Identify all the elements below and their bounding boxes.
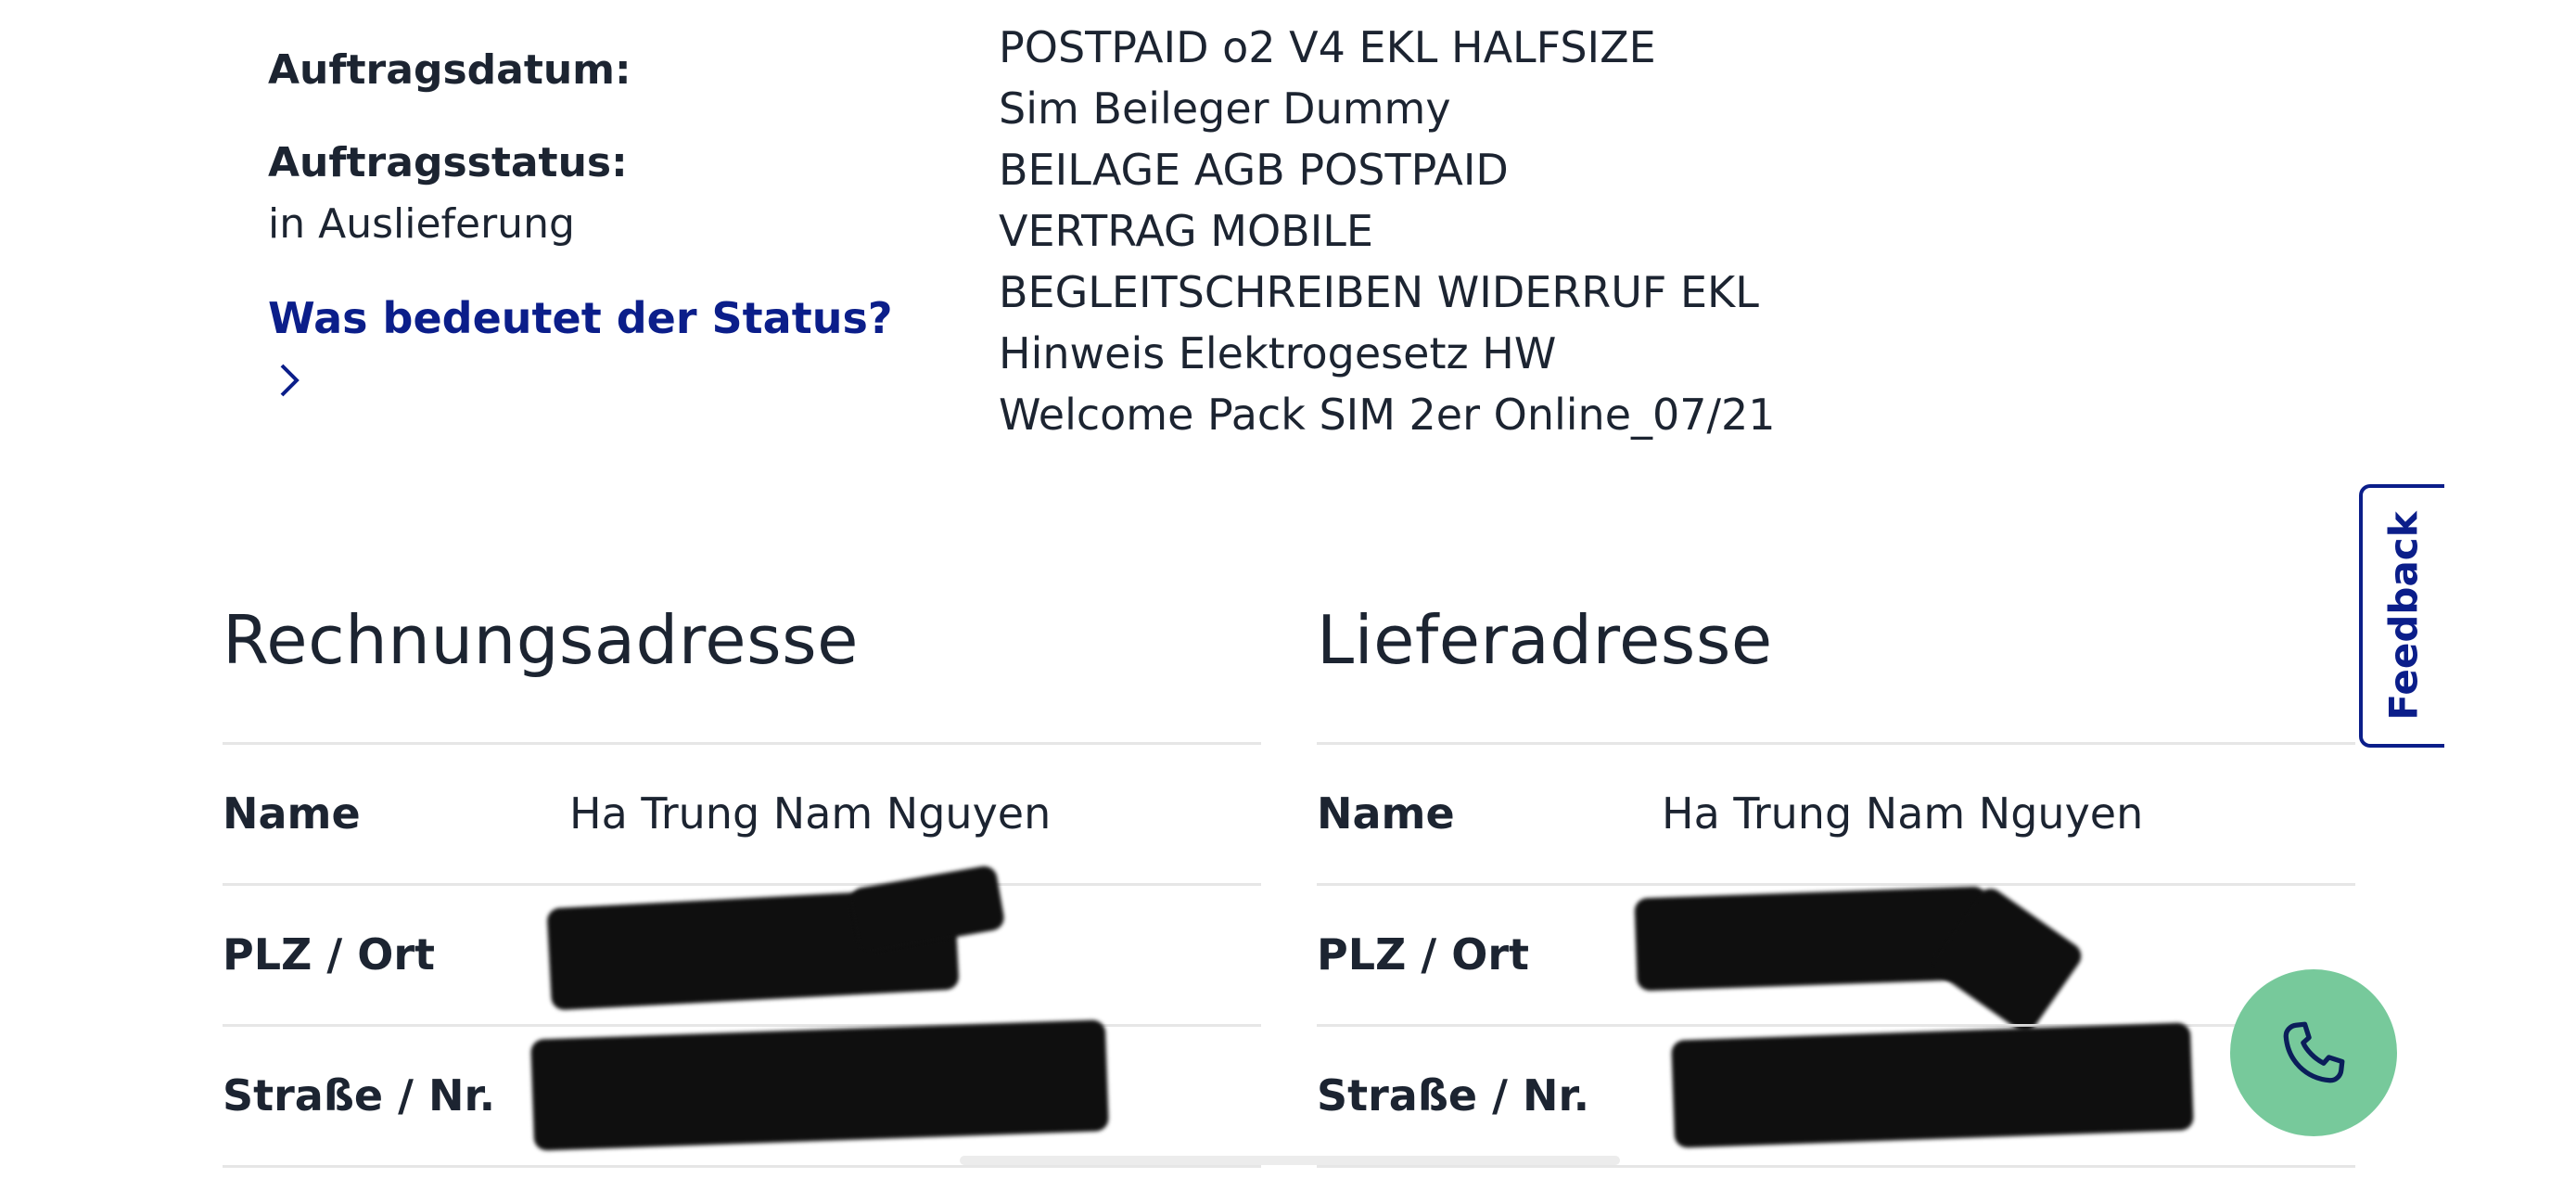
feedback-tab[interactable]: Feedback bbox=[2359, 484, 2444, 748]
call-button[interactable] bbox=[2230, 969, 2397, 1136]
divider bbox=[1317, 1165, 2355, 1168]
billing-name-label: Name bbox=[223, 788, 361, 839]
delivery-name-label: Name bbox=[1317, 788, 1455, 839]
phone-icon bbox=[2283, 1021, 2345, 1083]
redaction-mark bbox=[1671, 1022, 2194, 1148]
delivery-street-label: Straße / Nr. bbox=[1317, 1070, 1590, 1121]
chevron-right-icon bbox=[280, 364, 300, 397]
order-item: BEGLEITSCHREIBEN WIDERRUF EKL bbox=[999, 267, 1759, 317]
divider bbox=[223, 1165, 1261, 1168]
delivery-city-label: PLZ / Ort bbox=[1317, 929, 1529, 980]
redaction-mark bbox=[530, 1019, 1109, 1151]
divider bbox=[223, 1024, 1261, 1027]
order-item: BEILAGE AGB POSTPAID bbox=[999, 145, 1509, 195]
billing-name-value: Ha Trung Nam Nguyen bbox=[569, 788, 1052, 839]
redaction-mark bbox=[848, 864, 1006, 954]
order-item: Hinweis Elektrogesetz HW bbox=[999, 328, 1557, 378]
order-status-value: in Auslieferung bbox=[268, 200, 575, 248]
divider bbox=[223, 883, 1261, 886]
order-item: Welcome Pack SIM 2er Online_07/21 bbox=[999, 390, 1776, 440]
billing-city-label: PLZ / Ort bbox=[223, 929, 435, 980]
order-status-label: Auftragsstatus: bbox=[268, 139, 628, 186]
divider bbox=[1317, 1024, 2355, 1027]
status-help-chevron[interactable] bbox=[274, 360, 304, 404]
delivery-address-title: Lieferadresse bbox=[1317, 601, 1773, 679]
order-items-list: POSTPAID o2 V4 EKL HALFSIZE Sim Beileger… bbox=[999, 17, 1776, 445]
delivery-name-value: Ha Trung Nam Nguyen bbox=[1662, 788, 2144, 839]
divider bbox=[223, 742, 1261, 745]
divider bbox=[1317, 883, 2355, 886]
feedback-label: Feedback bbox=[2380, 511, 2427, 721]
divider bbox=[1317, 742, 2355, 745]
redaction-mark bbox=[1634, 886, 1990, 992]
billing-address-title: Rechnungsadresse bbox=[223, 601, 859, 679]
order-item: Sim Beileger Dummy bbox=[999, 83, 1451, 134]
order-item: VERTRAG MOBILE bbox=[999, 206, 1373, 256]
order-date-label: Auftragsdatum: bbox=[268, 46, 631, 94]
status-help-link[interactable]: Was bedeutet der Status? bbox=[268, 293, 893, 343]
order-item: POSTPAID o2 V4 EKL HALFSIZE bbox=[999, 22, 1656, 72]
scroll-indicator bbox=[960, 1156, 1620, 1165]
billing-street-label: Straße / Nr. bbox=[223, 1070, 496, 1121]
